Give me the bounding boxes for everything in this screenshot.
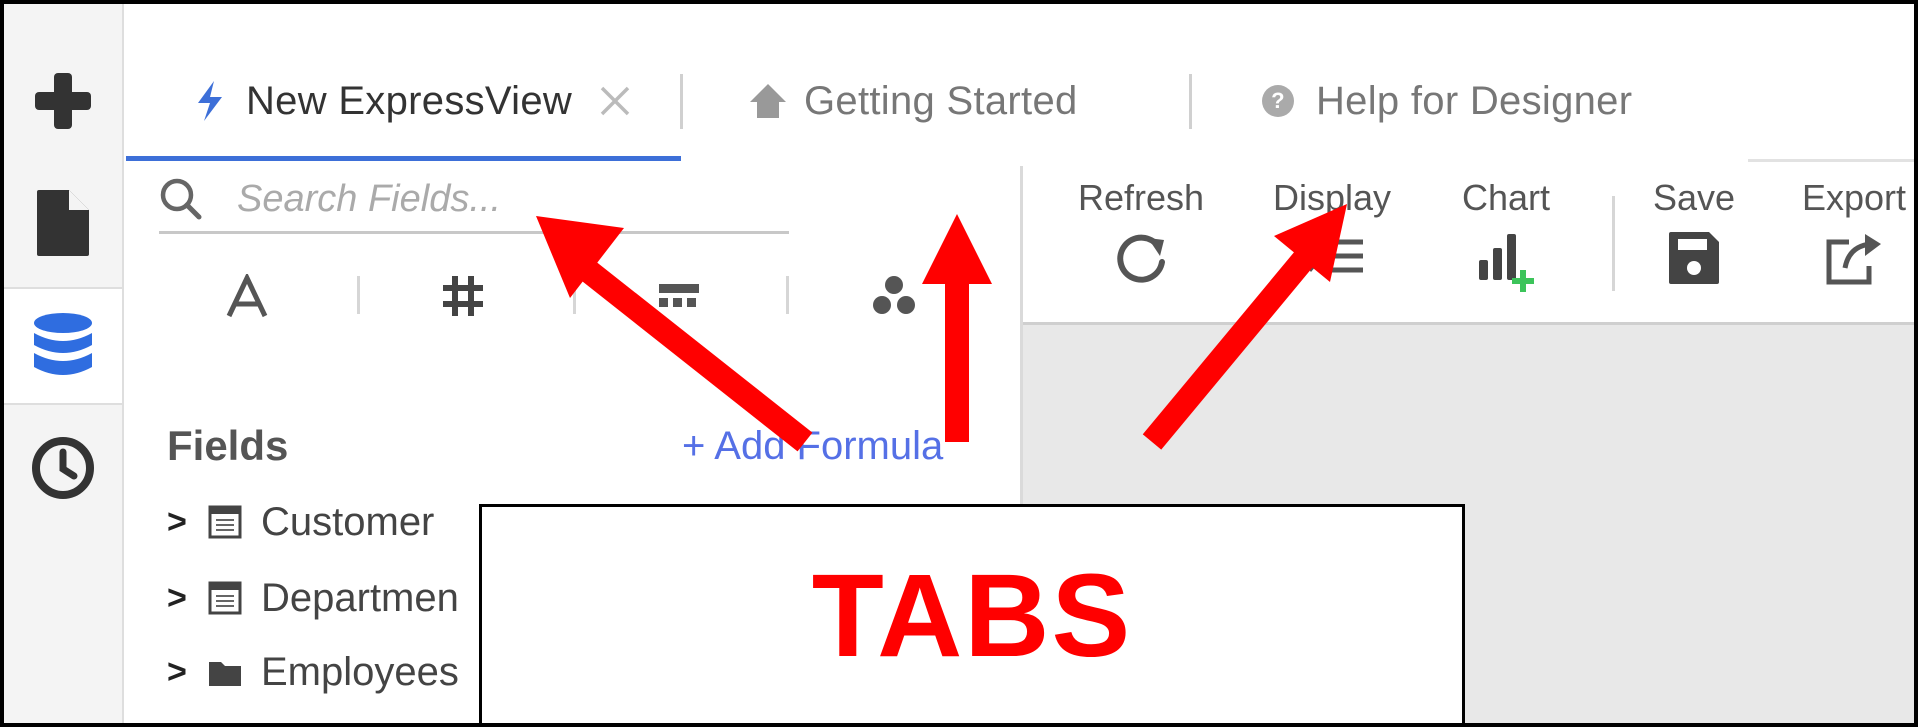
filter-group-fields[interactable] (854, 266, 934, 326)
tab-separator (1189, 74, 1192, 129)
clock-icon (32, 437, 94, 499)
export-label: Export (1801, 177, 1907, 218)
export-icon (1826, 234, 1881, 285)
chevron-right-icon[interactable]: > (167, 503, 197, 542)
database-icon (34, 313, 92, 375)
chevron-right-icon[interactable]: > (167, 579, 197, 618)
field-label: Employees (261, 649, 459, 694)
rail-item-new[interactable] (4, 42, 122, 160)
filter-date-fields[interactable] (639, 266, 719, 326)
active-tab-indicator (126, 156, 681, 161)
refresh-label: Refresh (1077, 177, 1205, 218)
home-icon (750, 84, 786, 118)
display-label: Display (1272, 177, 1392, 218)
save-icon (1669, 232, 1719, 284)
add-formula-link[interactable]: + Add Formula (682, 424, 943, 469)
folder-icon (209, 662, 241, 686)
filter-separator (357, 276, 360, 314)
group-type-icon (873, 276, 915, 314)
number-type-icon (443, 276, 483, 316)
sort-list-icon (1301, 239, 1363, 273)
tab-label: Help for Designer (1316, 78, 1633, 123)
document-icon (37, 190, 89, 256)
search-icon (160, 178, 202, 220)
field-item-employees[interactable]: > Employees (167, 642, 459, 702)
fields-heading: Fields (167, 422, 289, 469)
date-type-icon (659, 284, 699, 307)
tab-label: New ExpressView (246, 78, 573, 123)
table-icon (208, 581, 242, 615)
rail-item-reports[interactable] (4, 164, 122, 282)
arrow-to-tabstrip (922, 214, 992, 442)
tab-separator (680, 74, 683, 129)
rail-item-history[interactable] (4, 409, 122, 527)
toolbar-separator (1612, 196, 1615, 291)
filter-number-fields[interactable] (423, 266, 503, 326)
tab-help-for-designer[interactable]: ? Help for Designer (1260, 66, 1632, 136)
search-input[interactable] (237, 175, 757, 223)
search-bar (159, 169, 789, 234)
chart-label: Chart (1461, 177, 1551, 218)
lightning-icon (198, 81, 222, 121)
tab-label: Getting Started (804, 78, 1078, 123)
tab-getting-started[interactable]: Getting Started (748, 66, 1078, 136)
svg-text:?: ? (1271, 88, 1285, 113)
bar-chart-add-icon (1479, 234, 1534, 292)
left-icon-rail (4, 4, 124, 723)
text-type-icon (226, 274, 268, 318)
refresh-button[interactable]: Refresh (1066, 174, 1216, 304)
callout-label: TABS (811, 550, 1133, 682)
refresh-icon (1117, 234, 1165, 283)
filter-separator (573, 276, 576, 314)
rail-item-data[interactable] (4, 287, 122, 405)
chevron-right-icon[interactable]: > (167, 653, 197, 692)
field-item-customer[interactable]: > Customer (167, 492, 434, 552)
save-label: Save (1652, 177, 1736, 218)
filter-separator (786, 276, 789, 314)
export-button[interactable]: Export (1779, 174, 1914, 304)
annotation-callout: TABS (479, 504, 1465, 723)
display-button[interactable]: Display (1257, 174, 1407, 304)
help-circle-icon: ? (1262, 85, 1294, 117)
plus-icon (35, 73, 91, 129)
screenshot-frame: New ExpressView Getting Started ? Help f… (0, 0, 1918, 727)
tab-new-expressview[interactable]: New ExpressView (192, 66, 632, 136)
save-button[interactable]: Save (1619, 174, 1769, 304)
tabstrip-border (1748, 159, 1914, 162)
table-icon (208, 505, 242, 539)
chart-button[interactable]: Chart (1431, 174, 1581, 304)
close-icon[interactable] (598, 84, 632, 118)
field-item-department[interactable]: > Departmen (167, 568, 459, 628)
field-label: Departmen (261, 575, 459, 620)
arrow-to-search-tab (536, 216, 813, 452)
field-label: Customer (261, 499, 435, 544)
filter-text-fields[interactable] (207, 266, 287, 326)
